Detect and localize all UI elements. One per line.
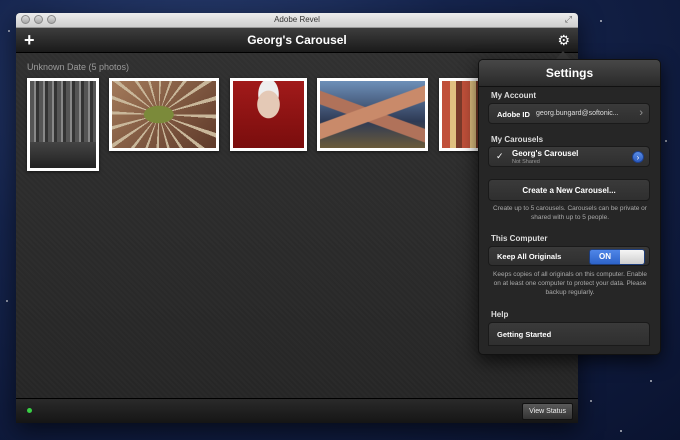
keep-originals-row: Keep All Originals ON <box>488 246 650 266</box>
getting-started-label: Getting Started <box>497 330 552 339</box>
chevron-right-icon: › <box>639 107 643 119</box>
date-group-label: Unknown Date (5 photos) <box>27 62 130 72</box>
sync-status-indicator <box>27 408 32 413</box>
toggle-on-label: ON <box>590 250 620 264</box>
plus-icon[interactable]: + <box>24 29 35 51</box>
chevron-right-circle-icon[interactable]: › <box>632 151 644 163</box>
toggle-knob <box>620 250 644 264</box>
getting-started-row[interactable]: Getting Started <box>488 322 650 346</box>
status-bar: View Status <box>16 398 578 423</box>
keep-originals-note: Keeps copies of all originals on this co… <box>493 271 647 296</box>
window-title: Adobe Revel <box>274 15 320 24</box>
settings-popover: Settings My Account Adobe ID georg.bunga… <box>478 59 661 355</box>
adobe-id-row[interactable]: Adobe ID georg.bungard@softonic... › <box>488 103 650 124</box>
carousel-row[interactable]: ✓ Georg's Carousel Not Shared › <box>488 146 650 167</box>
view-status-button[interactable]: View Status <box>522 403 573 420</box>
toolbar: + Georg's Carousel ⚙ <box>16 28 578 53</box>
keep-originals-toggle[interactable]: ON <box>589 249 645 265</box>
adobe-id-value: georg.bungard@softonic... <box>536 110 619 117</box>
carousel-sharing-status: Not Shared <box>512 159 540 165</box>
minimize-window-button[interactable] <box>34 15 43 24</box>
carousel-name: Georg's Carousel <box>512 149 579 158</box>
create-carousel-button[interactable]: Create a New Carousel... <box>488 179 650 201</box>
checkmark-icon: ✓ <box>496 151 504 161</box>
section-my-carousels: My Carousels <box>491 135 544 144</box>
title-bar: Adobe Revel ⤢ <box>16 13 578 28</box>
section-this-computer: This Computer <box>491 234 548 243</box>
gear-icon[interactable]: ⚙ <box>557 31 570 49</box>
photo-thumbnail[interactable] <box>317 78 428 151</box>
fullscreen-icon[interactable]: ⤢ <box>565 14 572 25</box>
carousel-title: Georg's Carousel <box>247 33 347 47</box>
create-carousel-note: Create up to 5 carousels. Carousels can … <box>493 205 647 221</box>
section-my-account: My Account <box>491 91 537 100</box>
photo-thumbnail[interactable] <box>27 78 99 171</box>
zoom-window-button[interactable] <box>47 15 56 24</box>
photo-thumbnail[interactable] <box>230 78 307 151</box>
keep-originals-label: Keep All Originals <box>497 252 562 261</box>
settings-title: Settings <box>479 60 660 87</box>
photo-thumbnail[interactable] <box>109 78 219 151</box>
window-controls <box>21 15 56 24</box>
section-help: Help <box>491 310 509 319</box>
close-window-button[interactable] <box>21 15 30 24</box>
adobe-id-label: Adobe ID <box>497 110 530 119</box>
